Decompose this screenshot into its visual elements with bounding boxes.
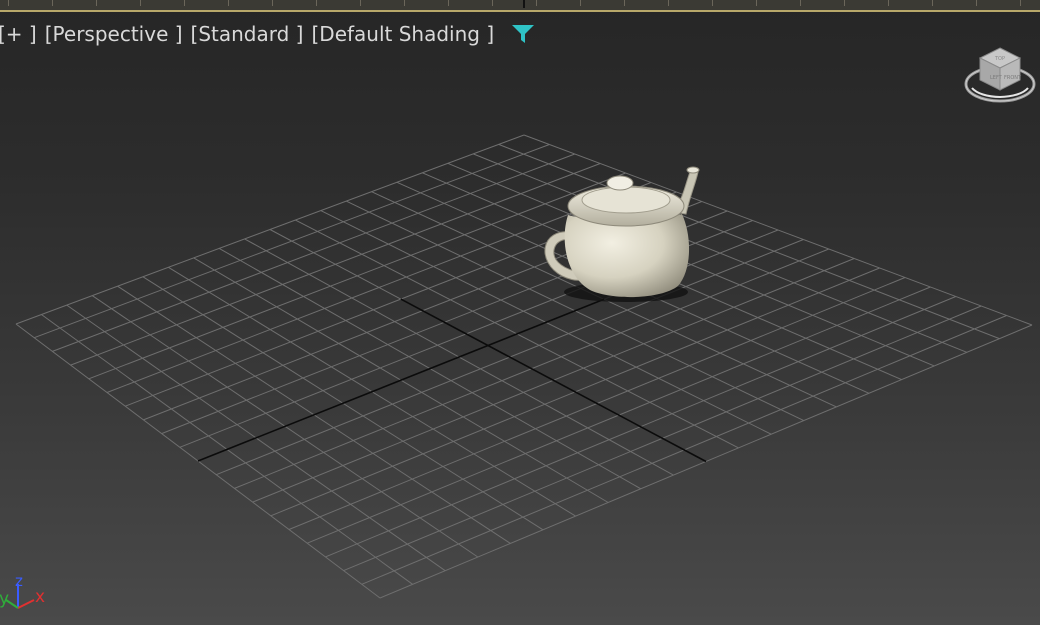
viewport-shading-style-menu[interactable]: [Standard ]: [191, 22, 304, 46]
filter-icon[interactable]: [510, 21, 536, 47]
viewport-point-of-view-menu[interactable]: [Perspective ]: [45, 22, 183, 46]
viewport-label-menu: [+ ] [Perspective ] [Standard ] [Default…: [0, 20, 536, 48]
viewcube-left-face: LEFT: [990, 75, 1003, 81]
viewport-shading-mode-menu[interactable]: [Default Shading ]: [311, 22, 494, 46]
viewport-scene[interactable]: [0, 0, 1040, 625]
axis-z-label: z: [15, 572, 23, 590]
home-grid: [15, 134, 1033, 599]
viewcube-front-face: FRONT: [1004, 75, 1022, 81]
grid-axis-line: [197, 298, 605, 462]
axis-tripod: z x y: [0, 572, 45, 609]
axis-x-label: x: [35, 587, 45, 607]
viewcube[interactable]: LEFT FRONT TOP: [962, 44, 1038, 108]
viewcube-top-face: TOP: [994, 56, 1005, 62]
viewport-general-menu[interactable]: [+ ]: [0, 22, 37, 46]
teapot-object[interactable]: [544, 166, 700, 302]
axis-y-label: y: [0, 589, 9, 609]
viewcube-box[interactable]: LEFT FRONT TOP: [978, 47, 1022, 91]
